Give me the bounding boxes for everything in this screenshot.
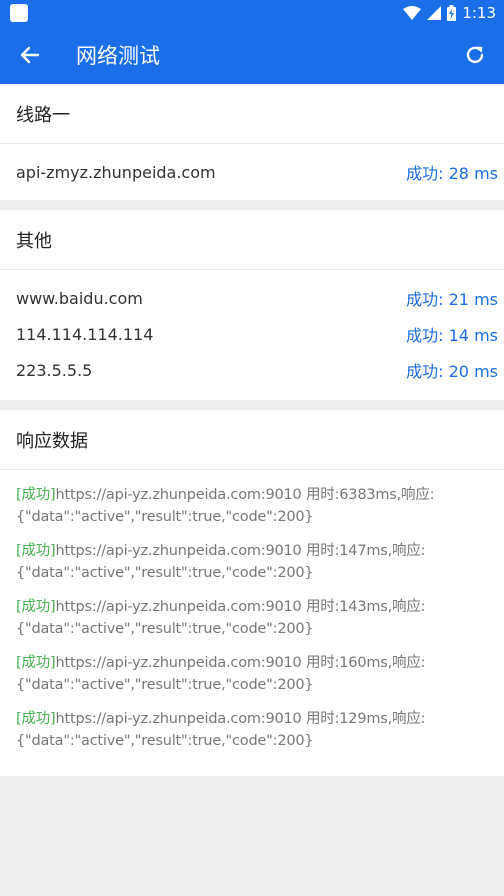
other-section: 其他 www.baidu.com 成功: 21 ms 114.114.114.1… <box>0 210 504 400</box>
log-entry: [成功]https://api-yz.zhunpeida.com:9010 用时… <box>16 596 488 640</box>
host-row: 114.114.114.114 成功: 14 ms <box>0 316 504 352</box>
log-entry: [成功]https://api-yz.zhunpeida.com:9010 用时… <box>16 708 488 752</box>
section-title: 响应数据 <box>0 410 504 470</box>
log-status: [成功] <box>16 655 56 671</box>
log-line: https://api-yz.zhunpeida.com:9010 用时:143… <box>55 599 426 615</box>
log-body: {"data":"active","result":true,"code":20… <box>16 565 314 581</box>
page-title: 网络测试 <box>76 44 160 68</box>
log-line: https://api-yz.zhunpeida.com:9010 用时:147… <box>55 543 426 559</box>
log-entry: [成功]https://api-yz.zhunpeida.com:9010 用时… <box>16 484 488 528</box>
signal-icon <box>427 6 442 20</box>
ping-result: 成功: 14 ms <box>406 326 498 345</box>
refresh-icon <box>466 46 484 64</box>
ping-result: 成功: 28 ms <box>406 164 498 183</box>
ping-result: 成功: 21 ms <box>406 290 498 309</box>
back-button[interactable] <box>16 41 44 69</box>
app-icon <box>10 4 28 22</box>
wifi-icon <box>403 6 422 20</box>
route-one-section: 线路一 api-zmyz.zhunpeida.com 成功: 28 ms <box>0 84 504 200</box>
log-status: [成功] <box>16 543 56 559</box>
status-bar: 1:13 <box>0 0 504 26</box>
log-line: https://api-yz.zhunpeida.com:9010 用时:638… <box>55 487 435 503</box>
host-name: 114.114.114.114 <box>16 324 154 344</box>
host-row: 223.5.5.5 成功: 20 ms <box>0 352 504 388</box>
log-body: {"data":"active","result":true,"code":20… <box>16 677 314 693</box>
back-arrow-icon <box>20 46 40 64</box>
battery-icon <box>447 5 457 21</box>
host-row: www.baidu.com 成功: 21 ms <box>0 280 504 316</box>
log-line: https://api-yz.zhunpeida.com:9010 用时:129… <box>55 711 426 727</box>
log-body: {"data":"active","result":true,"code":20… <box>16 733 314 749</box>
log-status: [成功] <box>16 487 56 503</box>
host-row: api-zmyz.zhunpeida.com 成功: 28 ms <box>0 144 504 200</box>
host-name: www.baidu.com <box>16 288 143 308</box>
host-name: 223.5.5.5 <box>16 360 93 380</box>
log-status: [成功] <box>16 711 56 727</box>
response-data-section: 响应数据 [成功]https://api-yz.zhunpeida.com:90… <box>0 410 504 776</box>
host-name: api-zmyz.zhunpeida.com <box>16 162 216 182</box>
log-body: {"data":"active","result":true,"code":20… <box>16 621 314 637</box>
log-body: {"data":"active","result":true,"code":20… <box>16 509 314 525</box>
log-status: [成功] <box>16 599 56 615</box>
log-entry: [成功]https://api-yz.zhunpeida.com:9010 用时… <box>16 540 488 584</box>
refresh-button[interactable] <box>460 40 490 70</box>
log-line: https://api-yz.zhunpeida.com:9010 用时:160… <box>55 655 426 671</box>
status-time: 1:13 <box>462 4 496 22</box>
ping-result: 成功: 20 ms <box>406 362 498 381</box>
section-title: 线路一 <box>0 84 504 144</box>
section-title: 其他 <box>0 210 504 270</box>
log-entry: [成功]https://api-yz.zhunpeida.com:9010 用时… <box>16 652 488 696</box>
app-bar: 网络测试 <box>0 26 504 84</box>
